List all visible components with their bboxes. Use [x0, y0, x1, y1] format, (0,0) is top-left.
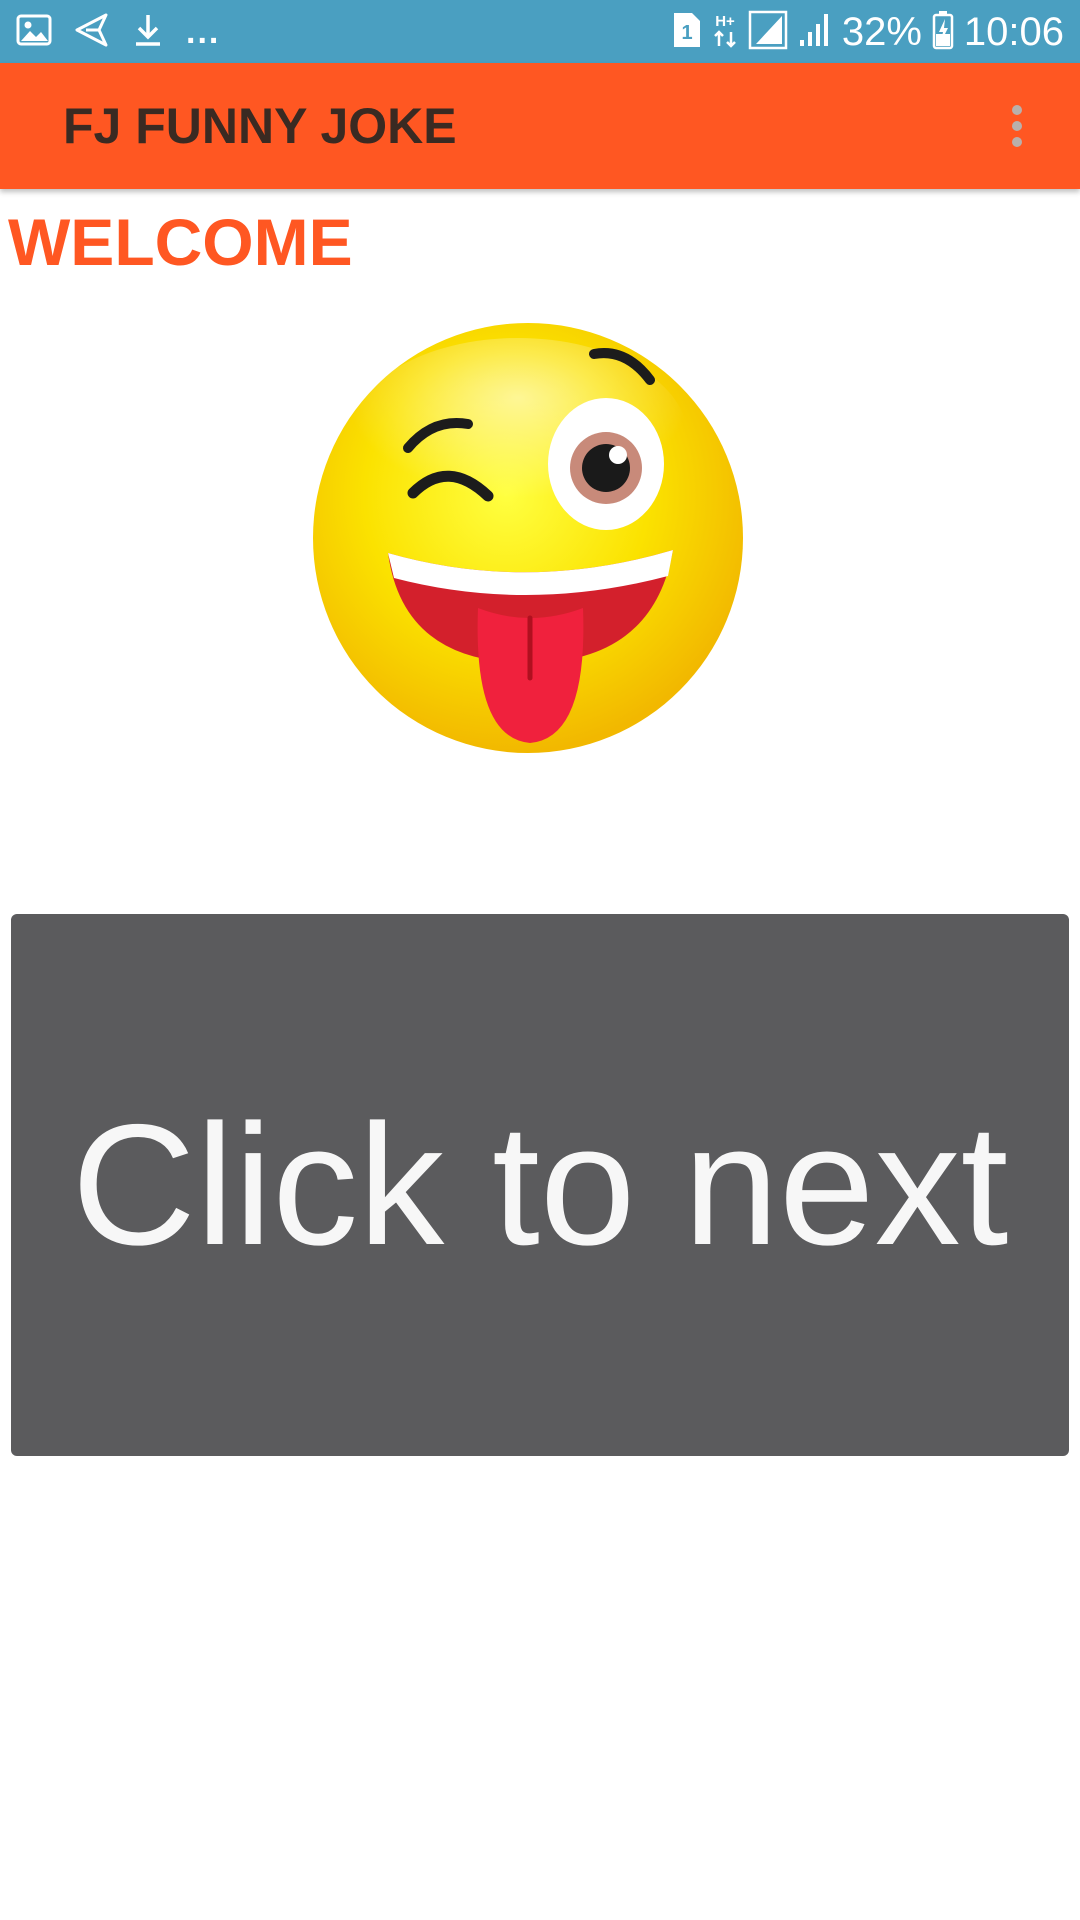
- sim-label: 1: [681, 22, 692, 44]
- status-right-icons: 1 H+ 32% 10:06: [670, 8, 1064, 56]
- battery-charging-icon: [932, 10, 954, 55]
- status-left-icons: ...: [16, 10, 220, 54]
- sim-icon: 1: [670, 11, 702, 54]
- send-icon: [74, 12, 110, 53]
- more-vert-icon[interactable]: [992, 101, 1042, 151]
- network-type-label: H+: [715, 13, 735, 30]
- menu-dot: [1012, 121, 1022, 131]
- clock: 10:06: [963, 10, 1064, 54]
- menu-dot: [1012, 105, 1022, 115]
- download-icon: [132, 12, 164, 53]
- notification-overflow: ...: [186, 13, 221, 51]
- menu-dot: [1012, 137, 1022, 147]
- app-bar: FJ FUNNY JOKE: [0, 63, 1080, 189]
- status-bar: ... 1 H+ 32% 10:06: [0, 0, 1080, 63]
- battery-percent: 32%: [841, 10, 922, 54]
- click-to-next-button[interactable]: Click to next: [11, 914, 1069, 1456]
- image-icon: [16, 12, 52, 53]
- winking-tongue-face-icon: [308, 318, 748, 758]
- signal-icon: [748, 10, 788, 55]
- welcome-heading: WELCOME: [8, 205, 353, 279]
- signal-secondary-icon: [798, 10, 832, 55]
- network-type-icon: H+: [712, 10, 738, 55]
- app-title: FJ FUNNY JOKE: [63, 98, 457, 154]
